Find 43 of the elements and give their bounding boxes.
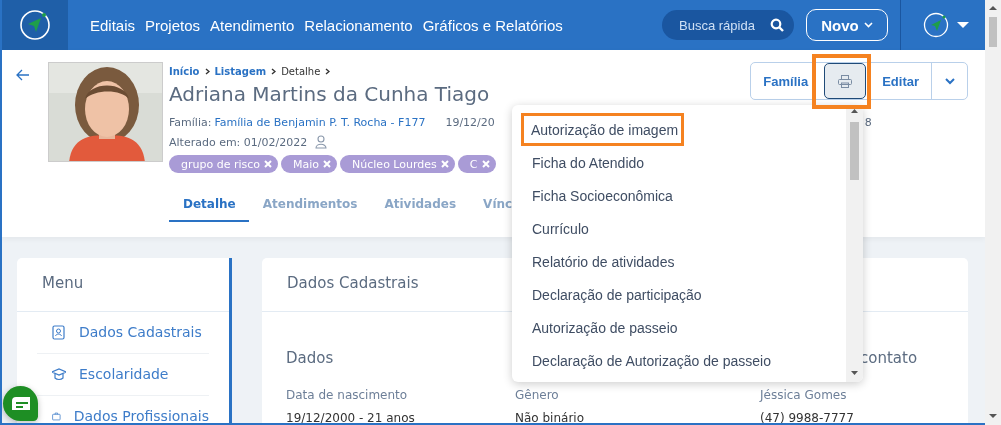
menu-option[interactable]: Currículo: [512, 212, 846, 245]
family-button[interactable]: Família: [751, 63, 821, 99]
family-label: Família:: [169, 115, 212, 129]
search-field[interactable]: Busca rápida: [662, 10, 794, 40]
tag-label: grupo de risco: [181, 157, 261, 171]
changed-date: Alterado em: 01/02/2022: [169, 135, 308, 149]
section-heading: contato: [860, 349, 918, 367]
meta-text: 8: [864, 115, 872, 129]
nav-link[interactable]: Editais: [90, 16, 136, 34]
panel-title: Menu: [17, 258, 229, 312]
menu-option[interactable]: Autorização de passeio: [512, 311, 846, 344]
tag-label: Núcleo Lourdes: [352, 157, 437, 171]
breadcrumb-link[interactable]: Listagem: [214, 66, 267, 77]
birth-date: 19/12/20: [445, 115, 495, 129]
field-value: 19/12/2000 - 21 anos: [286, 411, 416, 423]
menu-option[interactable]: Declaração de Autorização de passeio: [512, 344, 846, 377]
menu-option[interactable]: Autorização de imagem: [521, 113, 684, 146]
field-value: Não binário: [515, 411, 585, 423]
field-label: Jéssica Gomes: [760, 388, 848, 402]
family-link[interactable]: Família de Benjamin P. T. Rocha - F177: [214, 115, 426, 129]
tab[interactable]: Detalhe: [169, 192, 249, 222]
tab[interactable]: Atividades: [370, 192, 470, 222]
field-label: Gênero: [515, 388, 560, 402]
nav-link[interactable]: Projetos: [145, 16, 201, 34]
search-input[interactable]: Busca rápida: [677, 16, 762, 34]
field-value: (47) 9988-7777: [760, 411, 855, 423]
menu-option[interactable]: Declaração de participação: [512, 278, 846, 311]
person-name: Adriana Martins da Cunha Tiago: [169, 82, 491, 106]
menu-item[interactable]: Escolaridade: [37, 354, 209, 396]
nav-link[interactable]: Atendimento: [210, 16, 295, 34]
menu-option[interactable]: Ficha do Atendido: [512, 146, 846, 179]
tab[interactable]: Atendimentos: [248, 192, 371, 222]
menu-item[interactable]: Dados Cadastrais: [37, 312, 209, 354]
nav-link[interactable]: Relacionamento: [304, 16, 413, 34]
breadcrumb-link[interactable]: Início: [169, 66, 200, 77]
menu-option[interactable]: Ficha Socioeconômica: [512, 179, 846, 212]
section-heading: Dados: [286, 349, 334, 367]
field-label: Data de nascimento: [286, 388, 409, 402]
nav-link[interactable]: Gráficos e Relatórios: [422, 16, 563, 34]
tag-label: Maio: [293, 157, 320, 171]
new-button[interactable]: Novo: [806, 9, 888, 41]
tag-label: C: [469, 157, 478, 171]
edit-button[interactable]: Editar: [870, 63, 931, 99]
